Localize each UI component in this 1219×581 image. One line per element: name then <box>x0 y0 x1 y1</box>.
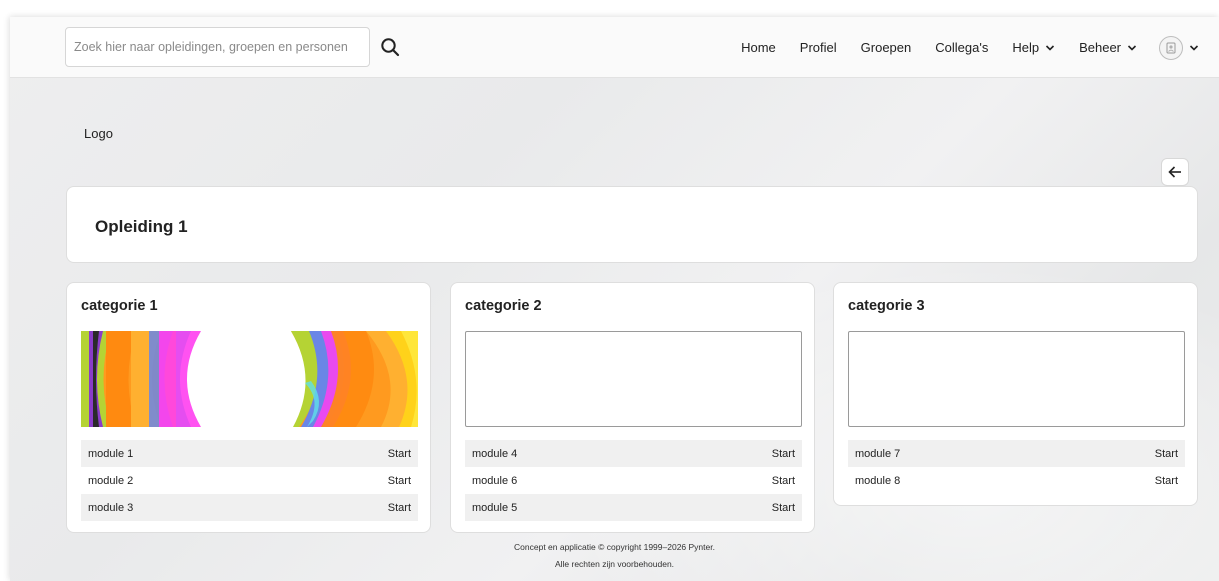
module-row[interactable]: module 2 Start <box>81 467 418 494</box>
user-avatar-icon <box>1159 35 1183 60</box>
search-input[interactable] <box>65 27 370 67</box>
start-button[interactable]: Start <box>1155 475 1178 487</box>
logo-text: Logo <box>84 126 113 141</box>
start-button[interactable]: Start <box>1155 448 1178 460</box>
start-button[interactable]: Start <box>772 475 795 487</box>
category-image <box>81 331 418 427</box>
module-row[interactable]: module 8 Start <box>848 467 1185 494</box>
module-name: module 7 <box>855 447 901 460</box>
category-thumbnail[interactable] <box>81 331 418 427</box>
search-icon <box>381 38 400 57</box>
category-thumbnail[interactable] <box>848 331 1185 427</box>
module-name: module 2 <box>88 474 134 487</box>
chevron-down-icon <box>1046 44 1055 51</box>
start-button[interactable]: Start <box>388 448 411 460</box>
nav-groepen[interactable]: Groepen <box>849 40 924 55</box>
top-navbar: Home Profiel Groepen Collega's Help Behe… <box>10 17 1219 78</box>
module-name: module 4 <box>472 447 518 460</box>
module-list: module 1 Start module 2 Start module 3 S… <box>81 440 418 521</box>
module-row[interactable]: module 7 Start <box>848 440 1185 467</box>
module-row[interactable]: module 4 Start <box>465 440 802 467</box>
chevron-down-icon <box>1189 44 1199 51</box>
nav-collegas[interactable]: Collega's <box>923 40 1000 55</box>
search-button[interactable] <box>376 33 404 61</box>
category-thumbnail[interactable] <box>465 331 802 427</box>
back-button[interactable] <box>1161 158 1189 186</box>
category-title: categorie 1 <box>81 298 158 314</box>
chevron-down-icon <box>1127 44 1137 51</box>
module-row[interactable]: module 5 Start <box>465 494 802 521</box>
category-card: categorie 1 module 1 Start module 2 Star… <box>66 282 431 533</box>
arrow-left-icon <box>1168 166 1181 178</box>
category-title: categorie 3 <box>848 298 925 314</box>
module-name: module 8 <box>855 474 901 487</box>
module-list: module 4 Start module 6 Start module 5 S… <box>465 440 802 521</box>
module-name: module 6 <box>472 474 518 487</box>
module-name: module 5 <box>472 501 518 514</box>
nav-collegas-label: Collega's <box>935 40 989 55</box>
nav-profiel-label: Profiel <box>799 40 837 55</box>
main-nav: Home Profiel Groepen Collega's Help Behe… <box>729 17 1199 78</box>
footer-rights: Alle rechten zijn voorbehouden. <box>554 559 675 569</box>
module-row[interactable]: module 6 Start <box>465 467 802 494</box>
nav-home[interactable]: Home <box>729 40 788 55</box>
nav-beheer-label: Beheer <box>1079 40 1121 55</box>
page-title: Opleiding 1 <box>95 217 188 236</box>
nav-beheer-dropdown[interactable]: Beheer <box>1067 40 1149 55</box>
course-title-card: Opleiding 1 <box>66 186 1198 263</box>
user-menu-dropdown[interactable] <box>1149 35 1199 60</box>
module-list: module 7 Start module 8 Start <box>848 440 1185 494</box>
nav-help-dropdown[interactable]: Help <box>1000 40 1067 55</box>
start-button[interactable]: Start <box>772 448 795 460</box>
start-button[interactable]: Start <box>772 502 795 514</box>
module-name: module 3 <box>88 501 134 514</box>
nav-home-label: Home <box>741 40 776 55</box>
nav-help-label: Help <box>1012 40 1040 55</box>
start-button[interactable]: Start <box>388 475 411 487</box>
nav-groepen-label: Groepen <box>860 40 912 55</box>
category-title: categorie 2 <box>465 298 542 314</box>
category-card: categorie 2 module 4 Start module 6 Star… <box>450 282 815 533</box>
app-window: Home Profiel Groepen Collega's Help Behe… <box>10 17 1219 581</box>
nav-profiel[interactable]: Profiel <box>788 40 849 55</box>
footer-copyright: Concept en applicatie © copyright 1999–2… <box>514 542 715 552</box>
module-row[interactable]: module 1 Start <box>81 440 418 467</box>
start-button[interactable]: Start <box>388 502 411 514</box>
module-row[interactable]: module 3 Start <box>81 494 418 521</box>
category-card: categorie 3 module 7 Start module 8 Star… <box>833 282 1198 506</box>
module-name: module 1 <box>88 447 134 460</box>
